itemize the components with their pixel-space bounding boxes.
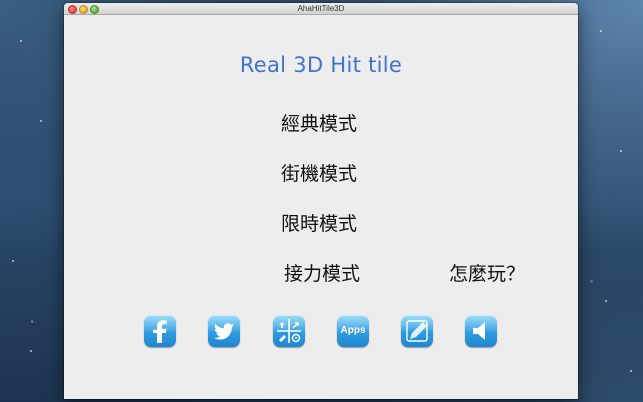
facebook-icon xyxy=(153,320,167,343)
window-title: AhaHitTile3D xyxy=(297,4,345,13)
pencil-icon xyxy=(406,320,428,342)
tools-button[interactable] xyxy=(273,315,305,347)
game-menu-screen: Real 3D Hit tile 經典模式 街機模式 限時模式 接力模式 怎麼玩… xyxy=(64,15,578,399)
twitter-icon xyxy=(213,323,234,340)
twitter-button[interactable] xyxy=(208,315,240,347)
tools-icon xyxy=(277,319,301,343)
apps-label: Apps xyxy=(340,325,366,336)
facebook-button[interactable] xyxy=(144,315,176,347)
how-to-play-button[interactable]: 怎麼玩？ xyxy=(449,259,525,286)
sound-button[interactable] xyxy=(465,315,497,347)
relay-mode-button[interactable]: 接力模式 xyxy=(284,259,360,286)
window-titlebar[interactable]: AhaHitTile3D xyxy=(64,3,578,15)
rate-button[interactable] xyxy=(401,315,433,347)
timed-mode-button[interactable]: 限時模式 xyxy=(281,209,357,236)
speaker-icon xyxy=(473,322,485,340)
classic-mode-button[interactable]: 經典模式 xyxy=(281,109,357,136)
arcade-mode-button[interactable]: 街機模式 xyxy=(281,159,357,186)
more-apps-button[interactable]: Apps xyxy=(337,315,369,347)
game-title: Real 3D Hit tile xyxy=(239,53,403,77)
app-window: AhaHitTile3D Real 3D Hit tile 經典模式 街機模式 … xyxy=(64,3,578,399)
